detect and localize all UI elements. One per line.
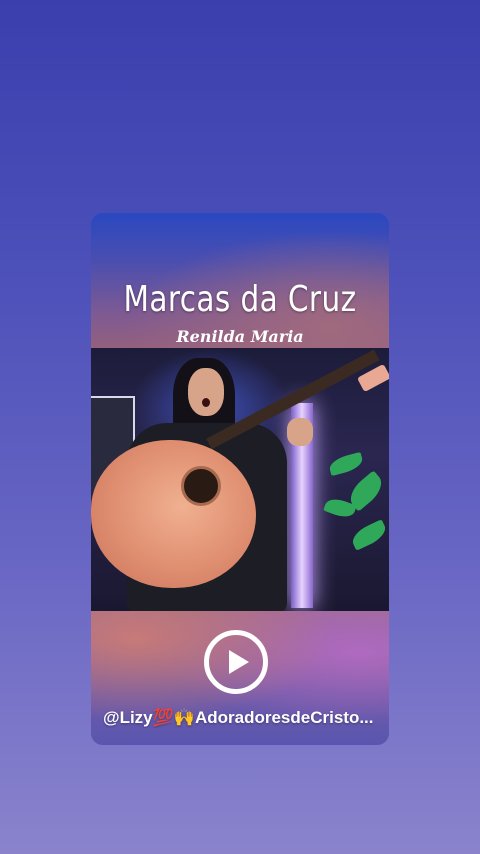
performer-mouth bbox=[202, 398, 210, 407]
performer-hand bbox=[287, 418, 313, 446]
performer-face bbox=[188, 368, 224, 416]
video-caption[interactable]: @Lizy💯🙌AdoradoresdeCristo... bbox=[103, 708, 377, 728]
video-thumbnail[interactable] bbox=[91, 348, 389, 611]
video-footer: @Lizy💯🙌AdoradoresdeCristo... bbox=[91, 611, 389, 745]
play-icon bbox=[229, 650, 249, 674]
play-button[interactable] bbox=[204, 630, 268, 694]
video-header: Marcas da Cruz Renilda Maria bbox=[91, 213, 389, 348]
guitar-body bbox=[91, 440, 256, 588]
video-subtitle: Renilda Maria bbox=[176, 327, 304, 346]
video-title: Marcas da Cruz bbox=[123, 279, 357, 320]
guitar-soundhole bbox=[181, 466, 221, 506]
plant bbox=[321, 448, 389, 568]
video-card[interactable]: Marcas da Cruz Renilda Maria @Lizy💯🙌Ador… bbox=[91, 213, 389, 745]
